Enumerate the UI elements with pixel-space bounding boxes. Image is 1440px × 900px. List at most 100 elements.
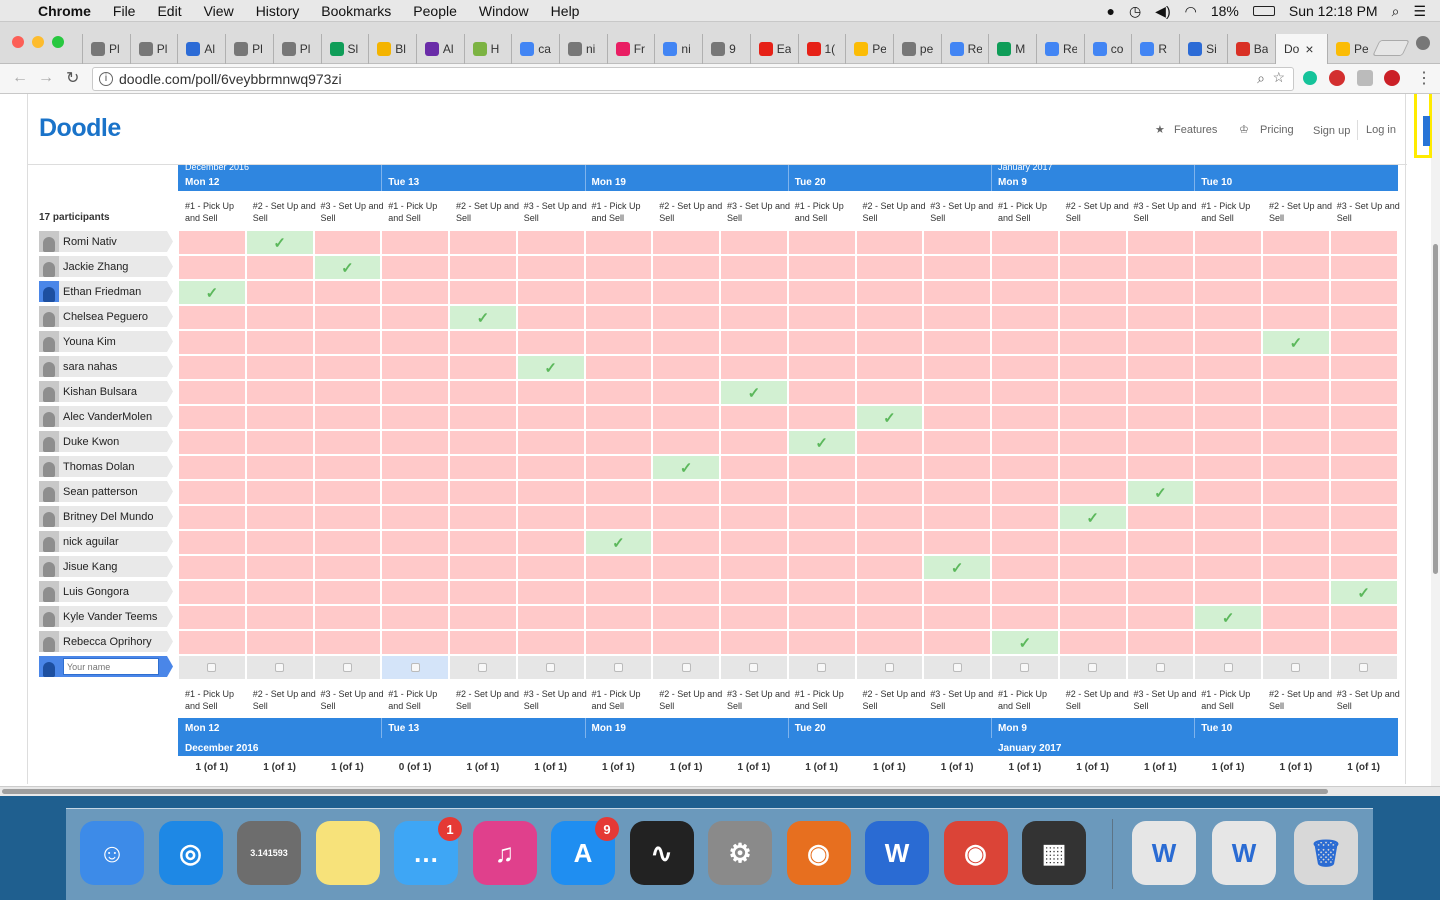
- features-link[interactable]: Features: [1174, 124, 1217, 136]
- vertical-scrollbar[interactable]: [1431, 94, 1440, 794]
- time-machine-icon[interactable]: ◷: [1129, 3, 1141, 20]
- menu-people[interactable]: People: [413, 3, 457, 19]
- menu-window[interactable]: Window: [479, 3, 529, 19]
- volume-icon[interactable]: ◀): [1155, 3, 1170, 20]
- vote-checkbox[interactable]: [450, 656, 516, 679]
- tab-17[interactable]: pe: [892, 34, 934, 64]
- tab-24[interactable]: Ba: [1226, 34, 1268, 64]
- tab-23[interactable]: Si: [1179, 34, 1220, 64]
- vote-checkbox[interactable]: [314, 656, 381, 679]
- window-thumb-2-icon[interactable]: W: [1212, 821, 1276, 885]
- your-name-input[interactable]: [63, 658, 159, 675]
- vote-checkbox[interactable]: [179, 656, 245, 679]
- checkbox-box[interactable]: [681, 663, 691, 672]
- tab-18[interactable]: Re: [940, 34, 982, 64]
- finder-icon[interactable]: ☺: [80, 821, 144, 885]
- tab-21[interactable]: co: [1083, 34, 1125, 64]
- checkbox-box[interactable]: [817, 663, 827, 672]
- checkbox-box[interactable]: [749, 663, 759, 672]
- notification-icon[interactable]: ●: [1106, 3, 1114, 19]
- tab-13[interactable]: 9: [702, 34, 743, 64]
- extension-grammarly-icon[interactable]: [1303, 71, 1317, 85]
- pinterest-icon[interactable]: [1384, 70, 1400, 86]
- checkbox-box[interactable]: [1020, 663, 1030, 672]
- vote-checkbox[interactable]: [653, 656, 719, 679]
- info-icon[interactable]: i: [99, 72, 113, 86]
- checkbox-box[interactable]: [952, 663, 962, 672]
- menu-history[interactable]: History: [256, 3, 300, 19]
- vote-checkbox[interactable]: [992, 656, 1058, 679]
- tab-4[interactable]: Pl: [272, 34, 314, 64]
- vote-checkbox[interactable]: [721, 656, 787, 679]
- tab-19[interactable]: M: [988, 34, 1029, 64]
- checkbox-box[interactable]: [478, 663, 488, 672]
- vote-checkbox[interactable]: [1195, 656, 1261, 679]
- scrollbar-thumb[interactable]: [1433, 244, 1438, 574]
- window-thumb-1-icon[interactable]: W: [1132, 821, 1196, 885]
- word-icon[interactable]: W: [865, 821, 929, 885]
- notification-center-icon[interactable]: ☰: [1413, 3, 1426, 20]
- tab-12[interactable]: ni: [654, 34, 695, 64]
- zoom-window-button[interactable]: [52, 36, 64, 48]
- close-window-button[interactable]: [12, 36, 24, 48]
- checkbox-box[interactable]: [410, 663, 420, 672]
- tab-15[interactable]: 1(: [797, 34, 839, 64]
- system-preferences-icon[interactable]: ⚙: [708, 821, 772, 885]
- tab-8[interactable]: H: [463, 34, 505, 64]
- tab-22[interactable]: R: [1131, 34, 1172, 64]
- vote-checkbox[interactable]: [1059, 656, 1126, 679]
- signup-link[interactable]: Sign up: [1313, 125, 1350, 137]
- new-tab-button[interactable]: [1372, 40, 1410, 56]
- pricing-link[interactable]: Pricing: [1260, 124, 1294, 136]
- menu-view[interactable]: View: [204, 3, 234, 19]
- checkbox-box[interactable]: [613, 663, 623, 672]
- login-link[interactable]: Log in: [1366, 124, 1396, 136]
- firefox-icon[interactable]: ◉: [786, 821, 851, 885]
- menu-help[interactable]: Help: [551, 3, 580, 19]
- hscroll-thumb[interactable]: [2, 789, 1328, 794]
- vote-checkbox[interactable]: [585, 656, 652, 679]
- back-icon[interactable]: ←: [12, 69, 28, 87]
- activity-monitor-icon[interactable]: ∿: [629, 821, 694, 885]
- close-icon[interactable]: ×: [1305, 41, 1313, 57]
- checkbox-box[interactable]: [1291, 663, 1301, 672]
- checkbox-box[interactable]: [1088, 663, 1098, 672]
- checkbox-box[interactable]: [1359, 663, 1369, 672]
- wifi-icon[interactable]: ◠: [1185, 3, 1197, 20]
- safari-icon[interactable]: ◎: [158, 821, 223, 885]
- tab-6[interactable]: Bl: [368, 34, 409, 64]
- checkbox-box[interactable]: [884, 663, 894, 672]
- spotlight-icon[interactable]: ⌕: [1392, 3, 1400, 20]
- vote-checkbox[interactable]: [924, 656, 990, 679]
- extension-adblock-icon[interactable]: [1329, 70, 1345, 86]
- app-store-icon[interactable]: A9: [551, 817, 619, 885]
- sidebar-tab[interactable]: [1423, 116, 1430, 146]
- extension-icon[interactable]: [1357, 70, 1373, 86]
- battery-percent[interactable]: 18%: [1211, 3, 1239, 19]
- battery-icon[interactable]: [1252, 6, 1275, 16]
- tab-7[interactable]: Al: [415, 34, 457, 64]
- tab-16[interactable]: Pe: [845, 34, 886, 64]
- tab-11[interactable]: Fr: [606, 34, 648, 64]
- checkbox-box[interactable]: [275, 663, 285, 672]
- tab-9[interactable]: ca: [511, 34, 552, 64]
- bookmark-star-icon[interactable]: ☆: [1272, 69, 1285, 86]
- checkbox-box[interactable]: [546, 663, 556, 672]
- checkbox-box[interactable]: [1223, 663, 1233, 672]
- tab-14[interactable]: Ea: [749, 34, 791, 64]
- clock[interactable]: Sun 12:18 PM: [1289, 3, 1378, 19]
- messages-icon[interactable]: … 1: [394, 817, 462, 885]
- vote-checkbox[interactable]: [246, 656, 313, 679]
- menu-file[interactable]: File: [113, 3, 136, 19]
- forward-icon[interactable]: →: [38, 69, 54, 87]
- vote-checkbox[interactable]: [382, 656, 448, 679]
- notes-icon[interactable]: [315, 821, 380, 885]
- printer-icon[interactable]: ▦: [1022, 821, 1086, 885]
- trash-icon[interactable]: 🗑: [1294, 821, 1358, 885]
- doodle-logo[interactable]: Doodle: [39, 114, 121, 143]
- vote-checkbox[interactable]: [788, 656, 855, 679]
- menu-edit[interactable]: Edit: [157, 3, 181, 19]
- checkbox-box[interactable]: [1155, 663, 1165, 672]
- checkbox-box[interactable]: [342, 663, 352, 672]
- vote-checkbox[interactable]: [517, 656, 584, 679]
